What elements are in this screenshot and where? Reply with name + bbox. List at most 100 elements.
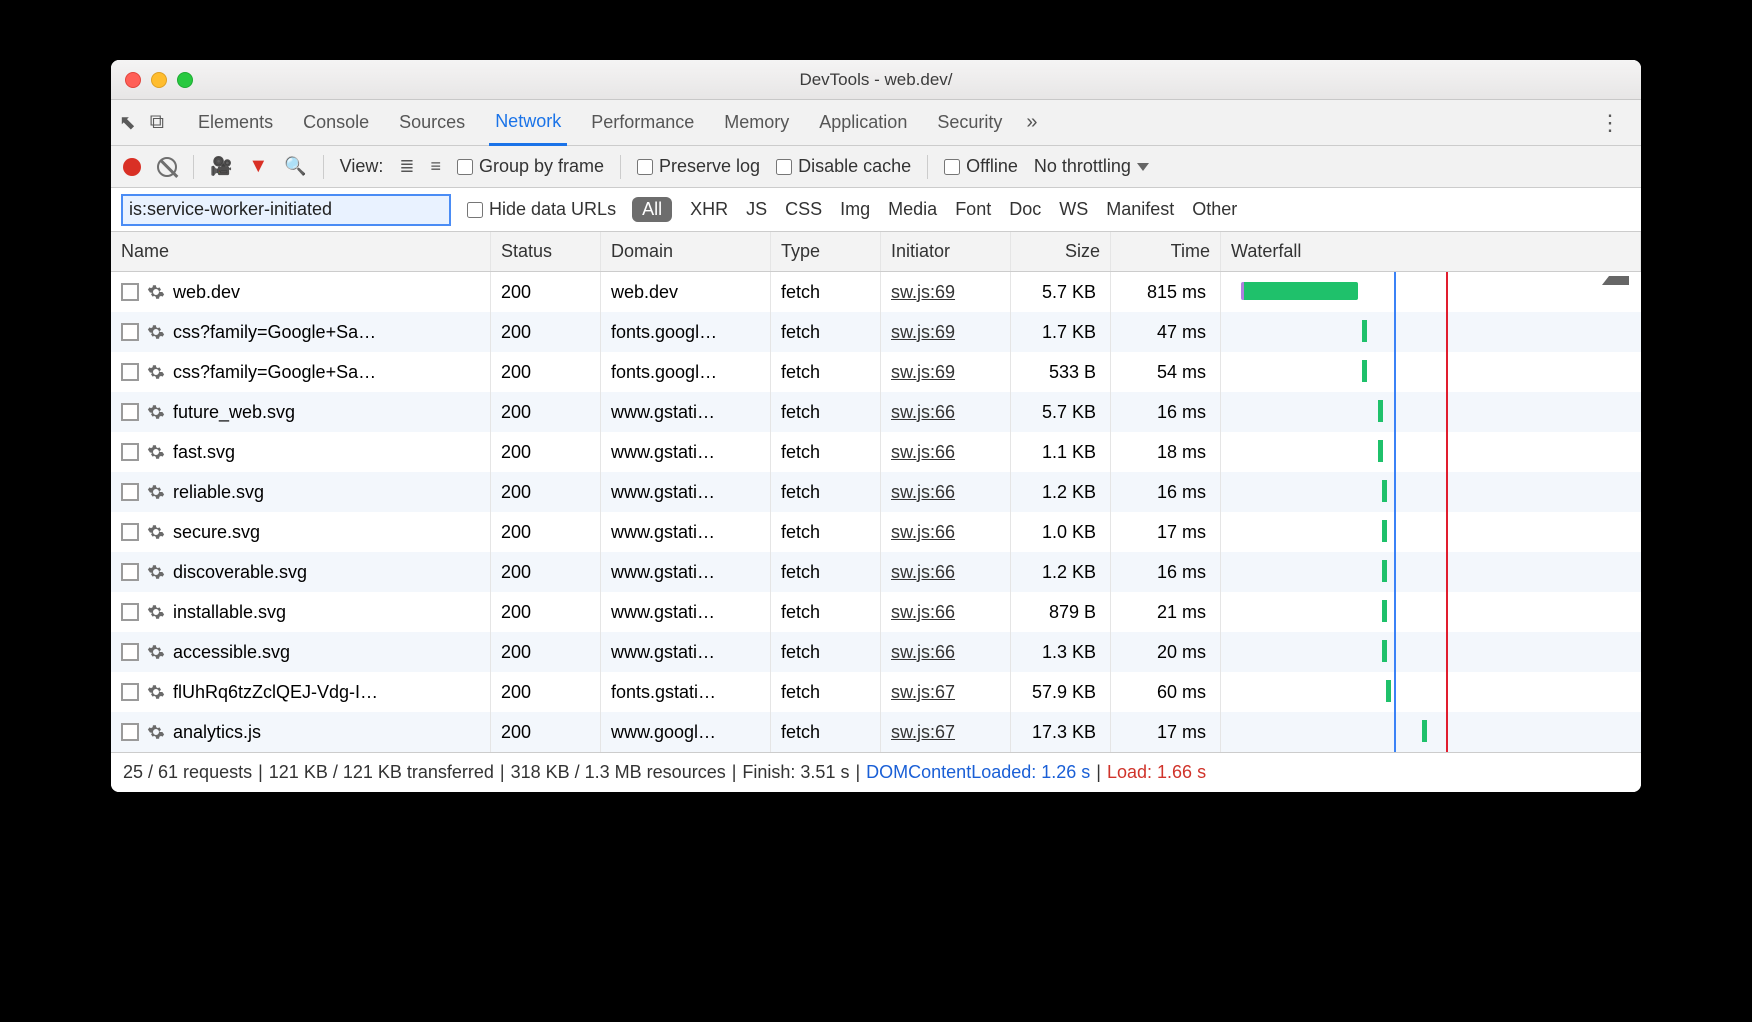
row-checkbox[interactable] [121,563,139,581]
filter-type-css[interactable]: CSS [785,199,822,220]
table-row[interactable]: web.dev 200 web.dev fetch sw.js:69 5.7 K… [111,272,1641,312]
col-domain[interactable]: Domain [601,232,771,271]
cell-type: fetch [771,312,881,352]
row-checkbox[interactable] [121,403,139,421]
initiator-link[interactable]: sw.js:66 [891,562,955,583]
tab-sources[interactable]: Sources [393,100,471,145]
camera-icon[interactable]: 🎥 [210,156,232,177]
tab-console[interactable]: Console [297,100,375,145]
filter-type-img[interactable]: Img [840,199,870,220]
row-checkbox[interactable] [121,643,139,661]
table-row[interactable]: css?family=Google+Sa… 200 fonts.googl… f… [111,352,1641,392]
filter-type-media[interactable]: Media [888,199,937,220]
row-checkbox[interactable] [121,723,139,741]
col-waterfall[interactable]: Waterfall [1221,232,1641,271]
cell-time: 47 ms [1111,312,1221,352]
gear-icon [147,683,165,701]
cell-waterfall [1221,672,1641,712]
table-row[interactable]: discoverable.svg 200 www.gstati… fetch s… [111,552,1641,592]
row-checkbox[interactable] [121,523,139,541]
table-row[interactable]: accessible.svg 200 www.gstati… fetch sw.… [111,632,1641,672]
row-checkbox[interactable] [121,683,139,701]
initiator-link[interactable]: sw.js:69 [891,362,955,383]
row-checkbox[interactable] [121,443,139,461]
table-row[interactable]: reliable.svg 200 www.gstati… fetch sw.js… [111,472,1641,512]
row-checkbox[interactable] [121,363,139,381]
tab-memory[interactable]: Memory [718,100,795,145]
table-row[interactable]: installable.svg 200 www.gstati… fetch sw… [111,592,1641,632]
cell-name: accessible.svg [111,632,491,672]
table-row[interactable]: css?family=Google+Sa… 200 fonts.googl… f… [111,312,1641,352]
initiator-link[interactable]: sw.js:66 [891,482,955,503]
view-label: View: [340,156,384,177]
large-rows-icon[interactable]: ≣ [399,156,414,177]
panel-tabs: ⬉ ⧉ Elements Console Sources Network Perform… [111,100,1641,146]
tab-security[interactable]: Security [931,100,1008,145]
gear-icon [147,443,165,461]
filter-type-all[interactable]: All [632,197,672,222]
column-headers[interactable]: Name Status Domain Type Initiator Size T… [111,232,1641,272]
filter-type-ws[interactable]: WS [1059,199,1088,220]
search-icon[interactable]: 🔍 [284,156,306,177]
initiator-link[interactable]: sw.js:67 [891,682,955,703]
dcl-marker [1394,512,1396,552]
dcl-marker [1394,552,1396,592]
offline-checkbox[interactable]: Offline [944,156,1018,177]
col-type[interactable]: Type [771,232,881,271]
cell-type: fetch [771,472,881,512]
table-row[interactable]: analytics.js 200 www.googl… fetch sw.js:… [111,712,1641,752]
filter-toggle-icon[interactable]: ▼ [248,155,268,178]
filter-type-xhr[interactable]: XHR [690,199,728,220]
settings-kebab-icon[interactable]: ⋮ [1587,110,1633,136]
initiator-link[interactable]: sw.js:66 [891,602,955,623]
filter-type-manifest[interactable]: Manifest [1106,199,1174,220]
col-time[interactable]: Time [1111,232,1221,271]
initiator-link[interactable]: sw.js:69 [891,282,955,303]
hide-data-urls-checkbox[interactable]: Hide data URLs [467,199,616,220]
initiator-link[interactable]: sw.js:66 [891,642,955,663]
preserve-log-checkbox[interactable]: Preserve log [637,156,760,177]
group-by-frame-checkbox[interactable]: Group by frame [457,156,604,177]
throttling-dropdown[interactable]: No throttling [1034,156,1149,177]
col-size[interactable]: Size [1011,232,1111,271]
filter-type-doc[interactable]: Doc [1009,199,1041,220]
initiator-link[interactable]: sw.js:66 [891,402,955,423]
cell-initiator: sw.js:66 [881,512,1011,552]
more-tabs-icon[interactable]: » [1026,111,1037,134]
col-name[interactable]: Name [111,232,491,271]
table-row[interactable]: fast.svg 200 www.gstati… fetch sw.js:66 … [111,432,1641,472]
device-toggle-icon[interactable]: ⧉ [150,111,164,134]
table-row[interactable]: flUhRq6tzZclQEJ-Vdg-I… 200 fonts.gstati…… [111,672,1641,712]
initiator-link[interactable]: sw.js:66 [891,442,955,463]
cell-size: 533 B [1011,352,1111,392]
status-bar: 25 / 61 requests | 121 KB / 121 KB trans… [111,752,1641,792]
tab-elements[interactable]: Elements [192,100,279,145]
disable-cache-checkbox[interactable]: Disable cache [776,156,911,177]
filter-type-other[interactable]: Other [1192,199,1237,220]
tab-performance[interactable]: Performance [585,100,700,145]
col-initiator[interactable]: Initiator [881,232,1011,271]
clear-button[interactable] [157,157,177,177]
overview-icon[interactable]: ≡ [430,156,441,177]
row-checkbox[interactable] [121,283,139,301]
col-status[interactable]: Status [491,232,601,271]
filter-type-font[interactable]: Font [955,199,991,220]
initiator-link[interactable]: sw.js:67 [891,722,955,743]
load-marker [1446,592,1448,632]
cell-name: fast.svg [111,432,491,472]
filter-input[interactable] [121,194,451,226]
initiator-link[interactable]: sw.js:66 [891,522,955,543]
tab-network[interactable]: Network [489,101,567,146]
table-row[interactable]: secure.svg 200 www.gstati… fetch sw.js:6… [111,512,1641,552]
initiator-link[interactable]: sw.js:69 [891,322,955,343]
cell-type: fetch [771,592,881,632]
cell-status: 200 [491,272,601,312]
inspect-icon[interactable]: ⬉ [119,110,136,135]
row-checkbox[interactable] [121,603,139,621]
record-button[interactable] [123,158,141,176]
table-row[interactable]: future_web.svg 200 www.gstati… fetch sw.… [111,392,1641,432]
row-checkbox[interactable] [121,323,139,341]
filter-type-js[interactable]: JS [746,199,767,220]
row-checkbox[interactable] [121,483,139,501]
tab-application[interactable]: Application [813,100,913,145]
